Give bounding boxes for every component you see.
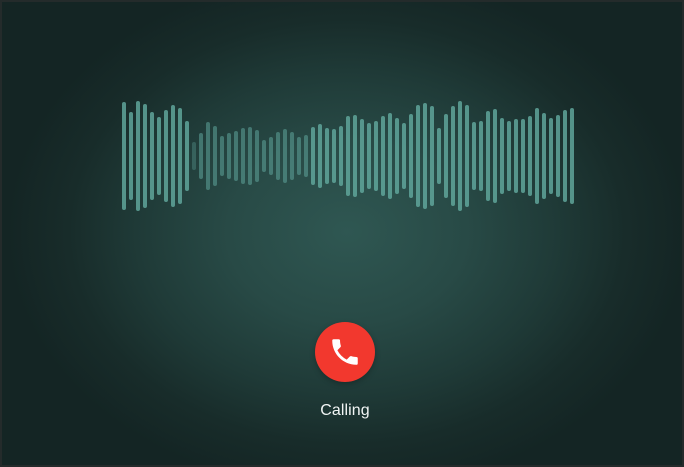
waveform-bar xyxy=(409,114,413,198)
waveform-bar xyxy=(437,128,441,184)
waveform-bar xyxy=(360,119,364,193)
waveform-bar xyxy=(325,128,329,184)
waveform-bar xyxy=(395,118,399,194)
waveform-bar xyxy=(318,124,322,188)
waveform-bar xyxy=(192,142,196,170)
waveform-bar xyxy=(542,113,546,199)
waveform-bar xyxy=(262,140,266,172)
waveform-bar xyxy=(430,106,434,206)
waveform-bar xyxy=(353,115,357,197)
waveform-bar xyxy=(241,128,245,184)
waveform-bar xyxy=(157,117,161,195)
waveform-bar xyxy=(199,133,203,179)
waveform-bar xyxy=(388,113,392,199)
waveform-bar xyxy=(486,111,490,201)
waveform-bar xyxy=(374,121,378,191)
waveform-bar xyxy=(276,132,280,180)
waveform-bar xyxy=(283,129,287,183)
waveform-bar xyxy=(171,105,175,207)
waveform-bar xyxy=(535,108,539,204)
waveform-bar xyxy=(507,121,511,191)
waveform-bar xyxy=(206,122,210,190)
waveform-bar xyxy=(213,126,217,186)
waveform-bar xyxy=(311,127,315,185)
waveform-bar xyxy=(367,123,371,189)
waveform-bar xyxy=(143,104,147,208)
waveform-bar xyxy=(563,110,567,202)
waveform-bar xyxy=(255,130,259,182)
waveform-bar xyxy=(465,105,469,207)
waveform-bar xyxy=(500,118,504,194)
waveform-bar xyxy=(556,115,560,197)
waveform-bar xyxy=(479,121,483,191)
waveform-bar xyxy=(423,103,427,209)
end-call-button[interactable] xyxy=(315,322,375,382)
waveform-bar xyxy=(129,112,133,200)
waveform-bar xyxy=(521,119,525,193)
waveform-bar xyxy=(150,112,154,200)
waveform-bar xyxy=(416,105,420,207)
phone-icon xyxy=(328,335,362,369)
waveform-bar xyxy=(220,136,224,176)
waveform-bar xyxy=(269,137,273,175)
waveform-bar xyxy=(290,132,294,180)
audio-waveform xyxy=(2,2,682,465)
waveform-bar xyxy=(122,102,126,210)
waveform-bar xyxy=(227,133,231,179)
waveform-bar xyxy=(472,122,476,190)
waveform-bar xyxy=(297,137,301,175)
waveform-bar xyxy=(570,108,574,204)
waveform-bar xyxy=(234,131,238,181)
waveform-bar xyxy=(332,129,336,183)
waveform-bar xyxy=(549,118,553,194)
waveform-bar xyxy=(136,101,140,211)
waveform-bar xyxy=(493,109,497,203)
waveform-bar xyxy=(451,106,455,206)
waveform-bar xyxy=(514,119,518,193)
waveform-bar xyxy=(458,101,462,211)
waveform-bar xyxy=(402,123,406,189)
calling-screen: Calling xyxy=(0,0,684,467)
waveform-bar xyxy=(381,116,385,196)
waveform-bar xyxy=(248,127,252,185)
waveform-bar xyxy=(346,116,350,196)
waveform-bar xyxy=(178,108,182,204)
waveform-bar xyxy=(304,135,308,177)
waveform-bar xyxy=(185,121,189,191)
waveform-bar xyxy=(339,126,343,186)
waveform-bar xyxy=(528,116,532,196)
waveform-bar xyxy=(164,110,168,202)
call-status-label: Calling xyxy=(320,402,370,419)
waveform-bar xyxy=(444,114,448,198)
